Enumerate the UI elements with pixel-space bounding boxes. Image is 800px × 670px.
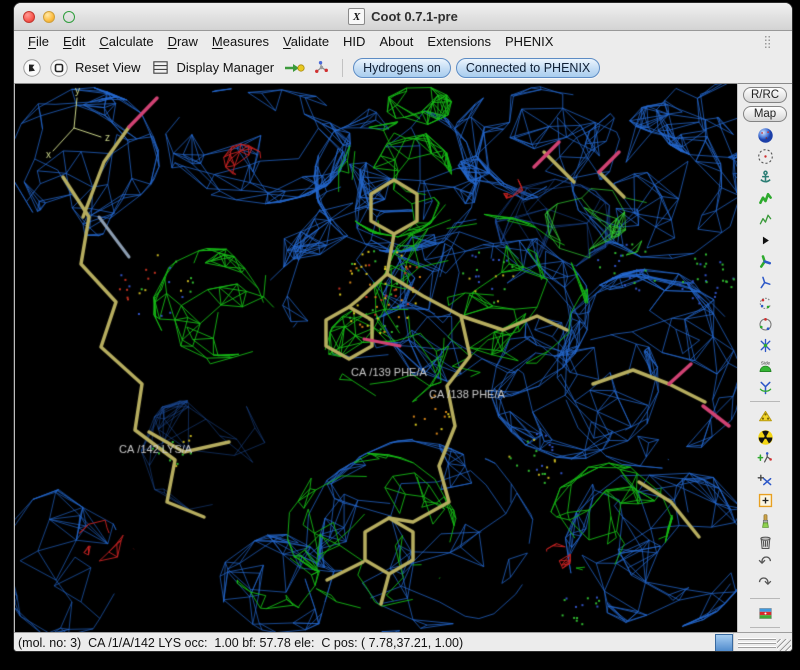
menubar-grip[interactable] (764, 35, 771, 48)
coot-window: X Coot 0.7.1-pre File Edit Calculate Dra… (13, 2, 793, 652)
green-arrow-icon[interactable] (283, 57, 305, 79)
menu-draw[interactable]: Draw (161, 32, 205, 51)
resize-grip[interactable] (777, 639, 791, 652)
torsion-general-icon[interactable] (753, 314, 777, 334)
window-title: Coot 0.7.1-pre (371, 9, 458, 24)
display-manager-icon[interactable] (150, 57, 172, 79)
menu-bar: File Edit Calculate Draw Measures Valida… (14, 31, 792, 52)
toolbar-separator (750, 598, 780, 599)
statusbar-corner (733, 633, 792, 652)
add-terminal-residue-icon[interactable] (753, 448, 777, 468)
nav-back-icon[interactable] (21, 57, 43, 79)
run-refmac-icon[interactable] (753, 427, 777, 447)
x11-icon: X (348, 8, 365, 25)
place-atom-pointer-icon[interactable] (753, 490, 777, 510)
nav-stop-icon[interactable] (48, 57, 70, 79)
rotamers-icon[interactable] (753, 272, 777, 292)
minimize-button[interactable] (43, 11, 55, 23)
menu-extensions[interactable]: Extensions (420, 32, 498, 51)
side-chain-180-icon[interactable]: Side (753, 356, 777, 376)
menu-file[interactable]: File (21, 32, 56, 51)
real-space-refine-icon[interactable] (753, 188, 777, 208)
gl-canvas[interactable] (15, 84, 737, 632)
keyboard-flag-icon[interactable] (753, 603, 777, 623)
right-icon-strip: Side ↶↷ (738, 125, 792, 632)
phenix-connection-button[interactable]: Connected to PHENIX (456, 58, 600, 78)
add-atom-icon[interactable] (753, 469, 777, 489)
menu-phenix[interactable]: PHENIX (498, 32, 560, 51)
main-toolbar: Reset View Display Manager Hydrogens on … (14, 52, 792, 83)
edit-chi-angles-icon[interactable] (753, 293, 777, 313)
reset-view-button[interactable]: Reset View (75, 60, 141, 75)
map-button[interactable]: Map (743, 106, 787, 122)
flip-peptide-icon[interactable] (753, 377, 777, 397)
mutate-icon[interactable] (753, 511, 777, 531)
display-manager-button[interactable]: Display Manager (177, 60, 275, 75)
toolbar-separator (750, 401, 780, 402)
close-button[interactable] (23, 11, 35, 23)
rotate-sphere-icon[interactable] (753, 125, 777, 145)
menu-validate[interactable]: Validate (276, 32, 336, 51)
undo-icon[interactable]: ↶ (753, 553, 777, 573)
menu-about[interactable]: About (372, 32, 420, 51)
delete-icon[interactable] (753, 532, 777, 552)
rigid-body-fit-icon[interactable] (753, 230, 777, 250)
anchor-icon[interactable] (753, 167, 777, 187)
status-text: (mol. no: 3) CA /1/A/142 LYS occ: 1.00 b… (14, 633, 715, 652)
menu-edit[interactable]: Edit (56, 32, 92, 51)
hydrogens-toggle-button[interactable]: Hydrogens on (353, 58, 451, 78)
right-toolbar-panel: R/RC Map Side ↶↷ (737, 83, 792, 632)
rrc-button[interactable]: R/RC (743, 87, 787, 103)
add-alt-conf-icon[interactable] (753, 406, 777, 426)
main-content: R/RC Map Side ↶↷ (14, 83, 792, 632)
window-controls (14, 11, 75, 23)
gl-viewport (14, 83, 737, 632)
menu-calculate[interactable]: Calculate (92, 32, 160, 51)
toolbar-separator (750, 627, 780, 628)
regularize-icon[interactable] (753, 209, 777, 229)
menu-hid[interactable]: HID (336, 32, 372, 51)
jiggle-fit-icon[interactable] (753, 335, 777, 355)
zoom-button[interactable] (63, 11, 75, 23)
desktop: { "window": { "title": "Coot 0.7.1-pre",… (0, 0, 800, 670)
molecule-icon[interactable] (310, 57, 332, 79)
auto-fit-rotamer-icon[interactable] (753, 251, 777, 271)
redo-icon[interactable]: ↷ (753, 574, 777, 594)
title-bar[interactable]: X Coot 0.7.1-pre (14, 3, 792, 31)
toolbar-separator (342, 59, 343, 77)
status-bar: (mol. no: 3) CA /1/A/142 LYS occ: 1.00 b… (14, 632, 792, 652)
svg-text:Side: Side (760, 360, 770, 365)
toolbar-handle-lines (738, 638, 776, 648)
window-title-area: X Coot 0.7.1-pre (14, 8, 792, 25)
sphere-radius-icon[interactable] (753, 146, 777, 166)
menu-measures[interactable]: Measures (205, 32, 276, 51)
status-scroll-thumb (715, 634, 733, 652)
